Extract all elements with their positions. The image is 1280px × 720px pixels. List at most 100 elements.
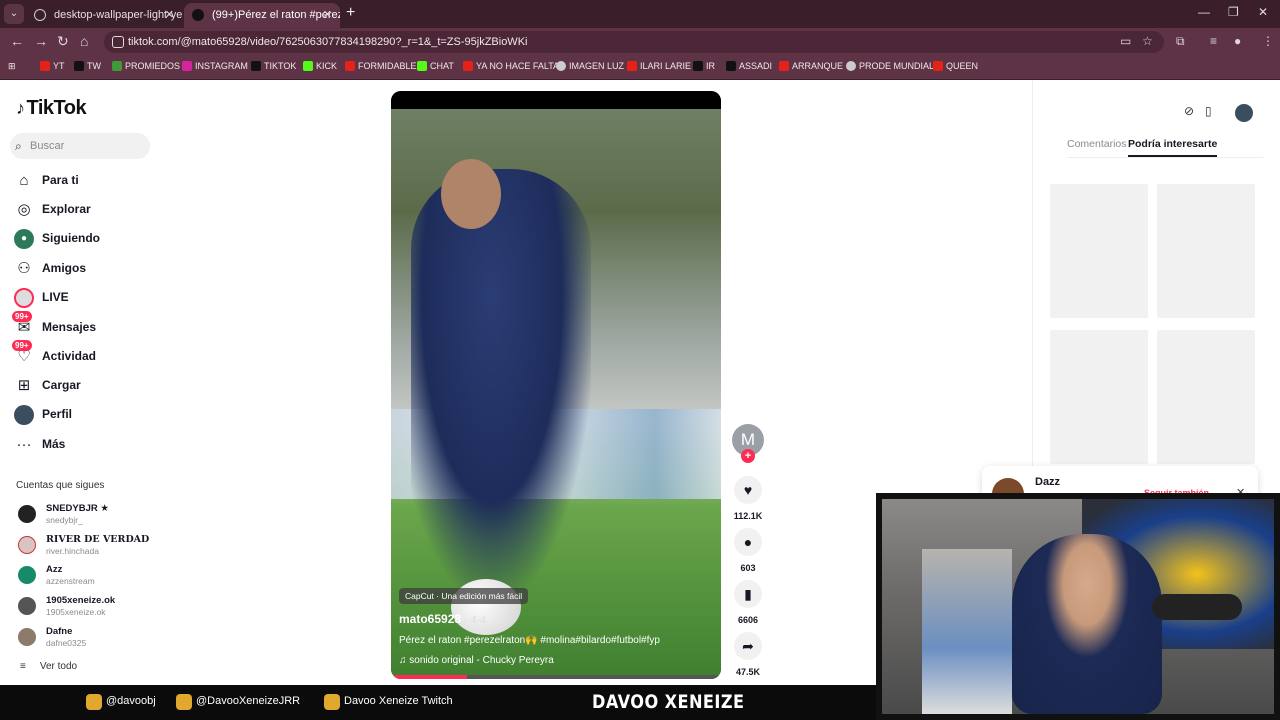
nav-amigos[interactable]: ⚇ Amigos (14, 258, 154, 280)
suggestion-name[interactable]: Dazz (1035, 476, 1060, 488)
youtube-handle: Davoo Xeneize Twitch (324, 694, 453, 710)
bookmark-prode-mundial[interactable]: PRODE MUNDIAL (846, 61, 934, 71)
bookmark-ir[interactable]: IR (693, 61, 715, 71)
search-input[interactable]: ⌕ Buscar (10, 133, 150, 159)
twitter-icon (176, 694, 192, 710)
bookmark-ilari-larie[interactable]: ILARI LARIE (627, 61, 691, 71)
nav-para-ti[interactable]: ⌂ Para ti (14, 170, 154, 192)
nav-siguiendo[interactable]: ● Siguiendo (14, 228, 154, 250)
following-icon: ● (14, 229, 34, 249)
capcut-tag[interactable]: CapCut · Una edición más fácil (399, 588, 529, 604)
bookmark-ya-no-hace-falta[interactable]: YA NO HACE FALTA (463, 61, 559, 71)
avatar (18, 566, 36, 584)
bookmark-queen[interactable]: QUEEN (933, 61, 978, 71)
tiktok-icon: ♪ (16, 98, 25, 118)
save-button[interactable]: ▮ (734, 580, 762, 608)
tiktok-icon (251, 61, 261, 71)
avatar (18, 536, 36, 554)
comment-icon: ● (743, 534, 753, 550)
following-item[interactable]: RIVER DE VERDAD river.hinchada (16, 534, 156, 560)
nav-actividad[interactable]: ♡ 99+ Actividad (12, 340, 154, 368)
following-item[interactable]: Azz azzenstream (16, 564, 156, 590)
video-date: · 4-4 (464, 614, 486, 626)
reload-icon[interactable]: ↻ (57, 33, 69, 50)
url-field[interactable]: tiktok.com/@mato65928/video/762506307783… (104, 31, 1164, 53)
bookmark-formidable[interactable]: FORMIDABLE (345, 61, 417, 71)
bookmark-yt[interactable]: YT (40, 61, 65, 71)
upload-icon: ⊞ (17, 377, 31, 394)
maximize-button[interactable]: ❐ (1228, 5, 1239, 19)
bookmark-tiktok[interactable]: TIKTOK (251, 61, 296, 71)
kick-icon (303, 61, 313, 71)
star-icon[interactable]: ☆ (1142, 34, 1153, 48)
webcam-streamer (1012, 534, 1162, 714)
bookmark-imagen-luz[interactable]: IMAGEN LUZ (556, 61, 624, 71)
webcam-microphone (1152, 594, 1242, 620)
back-icon[interactable]: ← (10, 33, 24, 49)
close-icon[interactable]: ✕ (165, 3, 174, 27)
likes-count: 112.1K (733, 511, 763, 521)
video-progress-fill (391, 675, 467, 679)
bookmark-promiedos[interactable]: PROMIEDOS (112, 61, 180, 71)
nav-cargar[interactable]: ⊞ Cargar (14, 375, 154, 397)
share-button[interactable]: ➦ (734, 632, 762, 660)
bookmark-instagram[interactable]: INSTAGRAM (182, 61, 248, 71)
bookmark-chat[interactable]: CHAT (417, 61, 454, 71)
suggested-video-placeholder[interactable] (1157, 330, 1255, 464)
video-author[interactable]: mato65928 · 4-4 (399, 612, 486, 626)
video-player[interactable]: CapCut · Una edición más fácil mato65928… (391, 91, 721, 679)
youtube-icon (779, 61, 789, 71)
following-item[interactable]: SNEDYBJR ★ snedybjr_ (16, 503, 156, 529)
tab-title: (99+)Pérez el raton #perezel... (212, 9, 340, 21)
profile-icon[interactable]: ● (1234, 34, 1241, 48)
bookmark-arranque[interactable]: ARRANQUE (779, 61, 843, 71)
following-item[interactable]: Dafne dafne0325 (16, 626, 156, 652)
tiktok-logo[interactable]: ♪ TikTok (16, 97, 87, 120)
suggested-video-placeholder[interactable] (1157, 184, 1255, 318)
bookmark-kick[interactable]: KICK (303, 61, 337, 71)
video-sound[interactable]: ♫ sonido original - Chucky Pereyra (399, 655, 554, 666)
device-icon[interactable]: ▯ (1205, 104, 1212, 118)
video-top-bar (391, 91, 721, 109)
new-tab-button[interactable]: + (346, 4, 355, 22)
close-window-button[interactable]: ✕ (1258, 5, 1268, 19)
cast-icon[interactable]: ▭ (1120, 34, 1131, 48)
following-item[interactable]: 1905xeneize.ok 1905xeneize.ok (16, 595, 156, 621)
nav-explorar[interactable]: ◎ Explorar (14, 199, 154, 221)
mk-icon (693, 61, 703, 71)
youtube-icon (40, 61, 50, 71)
browser-tab-tiktok[interactable]: (99+)Pérez el raton #perezel... ✕ (184, 3, 340, 28)
media-icon[interactable]: ≡ (1210, 34, 1217, 48)
avatar[interactable] (1235, 104, 1253, 122)
apps-icon[interactable]: ⊞ (8, 61, 16, 72)
extensions-icon[interactable]: ⧉ (1176, 34, 1185, 49)
nav-perfil[interactable]: Perfil (14, 404, 154, 426)
nav-live[interactable]: LIVE (14, 287, 154, 309)
compass-icon[interactable]: ⊘ (1184, 104, 1194, 118)
site-info-icon[interactable] (112, 36, 124, 48)
see-all-link[interactable]: ≡ Ver todo (20, 661, 91, 672)
nav-mas[interactable]: ··· Más (14, 434, 154, 456)
tab-podria-interesarte[interactable]: Podría interesarte (1128, 138, 1218, 157)
bookmark-assadi[interactable]: ASSADI (726, 61, 772, 71)
tab-search-button[interactable]: ⌄ (4, 4, 24, 24)
suggested-video-placeholder[interactable] (1050, 330, 1148, 464)
x-icon (74, 61, 84, 71)
suggested-video-placeholder[interactable] (1050, 184, 1148, 318)
nav-mensajes[interactable]: ✉ 99+ Mensajes (12, 311, 154, 339)
tab-comentarios[interactable]: Comentarios (1067, 138, 1127, 150)
messages-badge: 99+ (12, 311, 32, 322)
bookmark-tw[interactable]: TW (74, 61, 101, 71)
menu-icon[interactable]: ⋮ (1262, 34, 1274, 48)
youtube-icon (627, 61, 637, 71)
saves-count: 6606 (737, 615, 759, 625)
video-progress[interactable] (391, 675, 721, 679)
follow-plus-button[interactable]: + (741, 449, 755, 463)
forward-icon[interactable]: → (34, 33, 48, 49)
home-icon[interactable]: ⌂ (80, 33, 88, 49)
close-icon[interactable]: ✕ (323, 3, 332, 27)
like-button[interactable]: ♥ (734, 476, 762, 504)
comment-button[interactable]: ● (734, 528, 762, 556)
browser-tab-wallpaper[interactable]: desktop-wallpaper-light-yellow ✕ (26, 3, 182, 28)
minimize-button[interactable]: — (1198, 5, 1210, 19)
